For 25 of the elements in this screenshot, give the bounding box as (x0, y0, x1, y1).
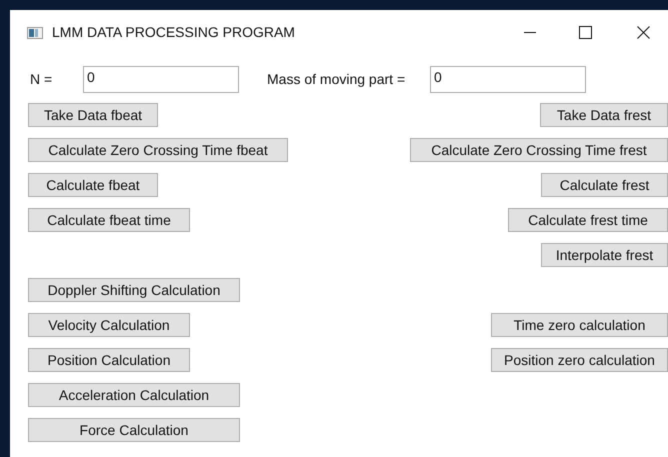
action-button[interactable]: Position zero calculation (491, 348, 668, 372)
field-label: N = (30, 70, 54, 89)
input-field[interactable]: 0 (83, 66, 239, 93)
action-button[interactable]: Calculate frest time (508, 208, 668, 232)
action-button[interactable]: Force Calculation (28, 418, 240, 442)
window-title: LMM DATA PROCESSING PROGRAM (52, 23, 295, 42)
action-button[interactable]: Calculate frest (541, 173, 668, 197)
app-icon (27, 26, 43, 38)
action-button[interactable]: Interpolate frest (541, 243, 668, 267)
action-button[interactable]: Calculate fbeat (28, 173, 158, 197)
maximize-icon (578, 26, 592, 39)
action-button[interactable]: Calculate Zero Crossing Time fbeat (28, 138, 288, 162)
action-button[interactable]: Calculate fbeat time (28, 208, 190, 232)
action-button[interactable]: Velocity Calculation (28, 313, 190, 337)
action-button[interactable]: Position Calculation (28, 348, 190, 372)
action-button[interactable]: Take Data frest (540, 103, 668, 127)
action-button[interactable]: Time zero calculation (491, 313, 668, 337)
close-icon (636, 26, 650, 39)
minimize-icon (524, 32, 536, 34)
field-label: Mass of moving part = (267, 70, 406, 89)
action-button[interactable]: Take Data fbeat (28, 103, 158, 127)
action-button[interactable]: Doppler Shifting Calculation (28, 278, 240, 302)
input-field[interactable]: 0 (430, 66, 586, 93)
action-button[interactable]: Calculate Zero Crossing Time frest (410, 138, 668, 162)
action-button[interactable]: Acceleration Calculation (28, 383, 240, 407)
